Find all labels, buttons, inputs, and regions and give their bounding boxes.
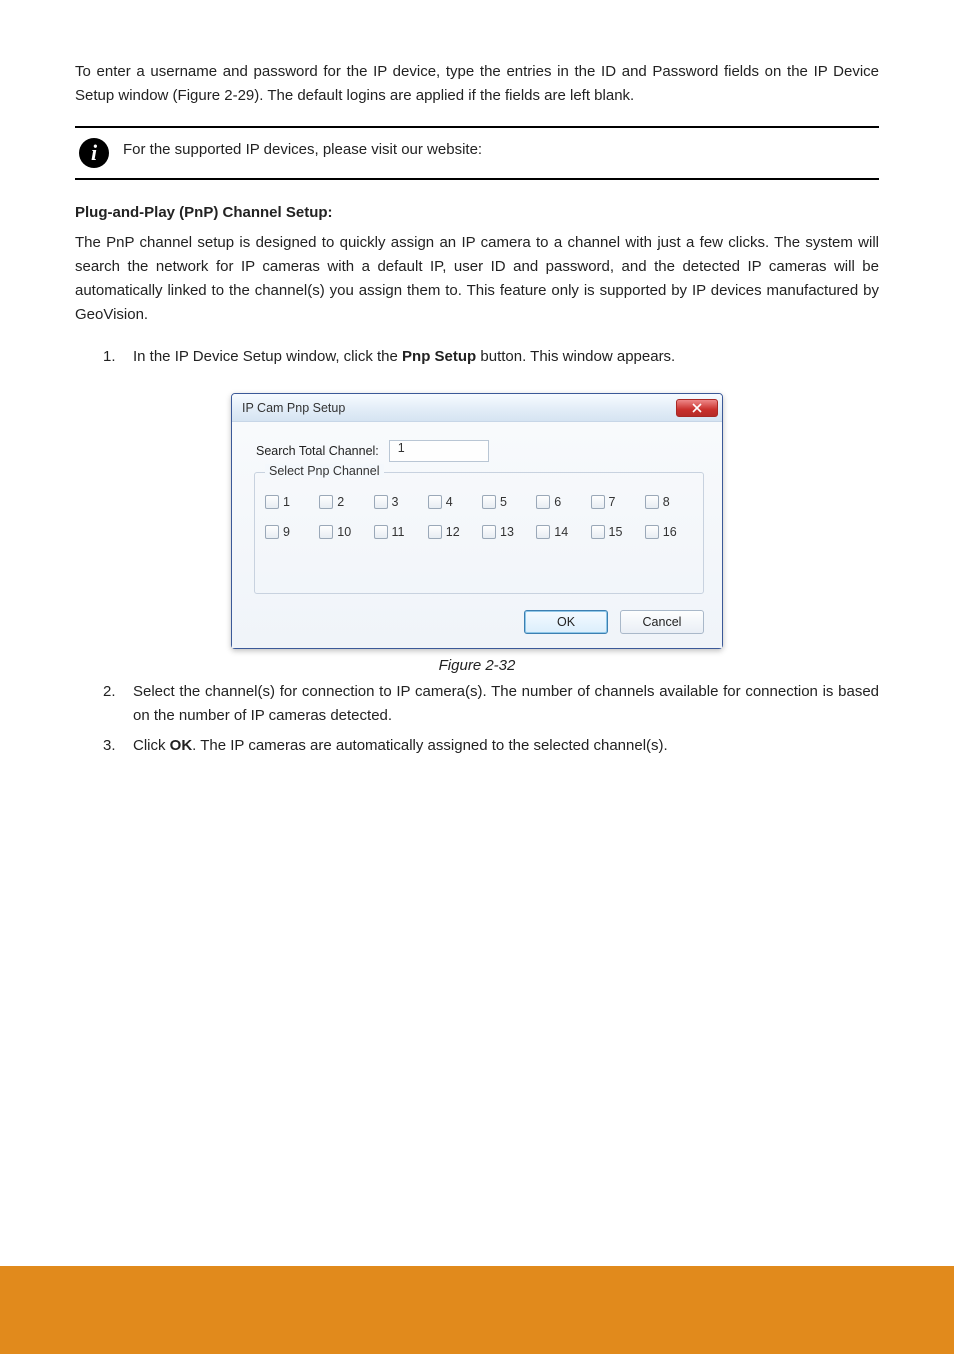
step-2-body: Select the channel(s) for connection to … (133, 680, 879, 728)
checkbox-icon[interactable] (319, 525, 333, 539)
select-pnp-channel-group: Select Pnp Channel 1 2 3 4 5 6 7 8 9 10 … (254, 472, 704, 594)
checkbox-icon[interactable] (645, 525, 659, 539)
checkbox-icon[interactable] (374, 495, 388, 509)
channel-1[interactable]: 1 (265, 495, 313, 509)
channel-14[interactable]: 14 (536, 525, 584, 539)
info-callout: i For the supported IP devices, please v… (75, 126, 879, 180)
channel-7[interactable]: 7 (591, 495, 639, 509)
step-number: 3. (103, 734, 133, 758)
checkbox-icon[interactable] (319, 495, 333, 509)
info-text: For the supported IP devices, please vis… (123, 138, 879, 161)
checkbox-icon[interactable] (374, 525, 388, 539)
channel-16[interactable]: 16 (645, 525, 693, 539)
footer-bar (0, 1266, 954, 1354)
step-3-pre: Click (133, 737, 170, 754)
checkbox-icon[interactable] (482, 495, 496, 509)
ok-button[interactable]: OK (524, 610, 608, 634)
checkbox-icon[interactable] (536, 495, 550, 509)
checkbox-icon[interactable] (265, 525, 279, 539)
step-1: 1. In the IP Device Setup window, click … (75, 345, 879, 369)
step-1-pre: In the IP Device Setup window, click the (133, 348, 402, 365)
channel-12[interactable]: 12 (428, 525, 476, 539)
dialog-titlebar: IP Cam Pnp Setup (232, 394, 722, 422)
cancel-button[interactable]: Cancel (620, 610, 704, 634)
channel-4[interactable]: 4 (428, 495, 476, 509)
channel-9[interactable]: 9 (265, 525, 313, 539)
paragraph-pnp-desc: The PnP channel setup is designed to qui… (75, 231, 879, 327)
checkbox-icon[interactable] (428, 495, 442, 509)
step-1-bold: Pnp Setup (402, 348, 476, 365)
channel-8[interactable]: 8 (645, 495, 693, 509)
checkbox-icon[interactable] (536, 525, 550, 539)
channel-5[interactable]: 5 (482, 495, 530, 509)
channel-10[interactable]: 10 (319, 525, 367, 539)
group-legend: Select Pnp Channel (265, 464, 384, 478)
checkbox-icon[interactable] (428, 525, 442, 539)
channel-3[interactable]: 3 (374, 495, 422, 509)
checkbox-icon[interactable] (482, 525, 496, 539)
step-1-post: button. This window appears. (476, 348, 675, 365)
checkbox-icon[interactable] (591, 495, 605, 509)
channel-13[interactable]: 13 (482, 525, 530, 539)
search-total-channel-input[interactable]: 1 (389, 440, 489, 462)
checkbox-icon[interactable] (591, 525, 605, 539)
dialog-title: IP Cam Pnp Setup (242, 401, 345, 415)
channel-15[interactable]: 15 (591, 525, 639, 539)
figure-caption: Figure 2-32 (75, 657, 879, 674)
close-icon (692, 403, 702, 413)
channel-6[interactable]: 6 (536, 495, 584, 509)
close-button[interactable] (676, 399, 718, 417)
heading-pnp: Plug-and-Play (PnP) Channel Setup: (75, 204, 879, 221)
paragraph-login-info: To enter a username and password for the… (75, 60, 879, 108)
checkbox-icon[interactable] (645, 495, 659, 509)
step-number: 1. (103, 345, 133, 369)
checkbox-icon[interactable] (265, 495, 279, 509)
step-number: 2. (103, 680, 133, 728)
info-icon: i (79, 138, 109, 168)
step-3-post: . The IP cameras are automatically assig… (192, 737, 668, 754)
search-total-channel-label: Search Total Channel: (256, 444, 379, 458)
channel-2[interactable]: 2 (319, 495, 367, 509)
channel-11[interactable]: 11 (374, 525, 422, 539)
step-2: 2. Select the channel(s) for connection … (75, 680, 879, 728)
step-3-bold: OK (170, 737, 193, 754)
step-3: 3. Click OK. The IP cameras are automati… (75, 734, 879, 758)
pnp-setup-dialog: IP Cam Pnp Setup Search Total Channel: 1… (231, 393, 723, 649)
